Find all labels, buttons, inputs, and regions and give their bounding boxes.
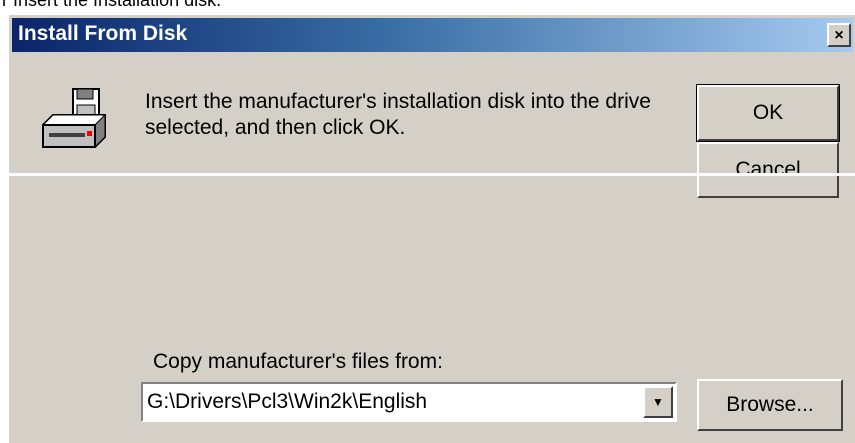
browse-button[interactable]: Browse...: [697, 379, 843, 431]
screen-artifact-line: [0, 173, 855, 176]
dropdown-arrow-icon[interactable]: ▼: [643, 386, 673, 418]
path-input[interactable]: [147, 388, 637, 416]
screenshot-page: r Insert the Installation disk. Install …: [0, 0, 855, 443]
path-combobox[interactable]: ▼: [141, 382, 677, 422]
floppy-drive-icon: [41, 88, 107, 149]
cancel-button[interactable]: Cancel: [697, 142, 839, 198]
install-from-disk-dialog: Install From Disk × Insert the manufactu…: [8, 14, 855, 443]
close-button[interactable]: ×: [827, 23, 851, 47]
dialog-title: Install From Disk: [18, 22, 188, 45]
instruction-message: Insert the manufacturer's installation d…: [145, 90, 651, 139]
ok-button[interactable]: OK: [697, 85, 839, 141]
copy-files-label: Copy manufacturer's files from:: [153, 350, 443, 373]
title-bar[interactable]: Install From Disk ×: [12, 18, 853, 52]
page-caption: r Insert the Installation disk.: [2, 0, 222, 10]
